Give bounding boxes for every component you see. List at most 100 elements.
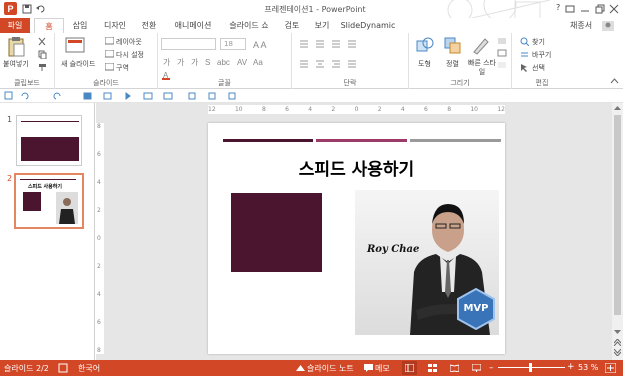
quick-styles-label[interactable]: 빠른 스타일	[467, 59, 497, 77]
slide-canvas[interactable]: 스피드 사용하기 Roy Chae MVP	[208, 123, 505, 354]
tab-slidedynamic[interactable]: SlideDynamic	[340, 18, 396, 33]
toolbar-icons[interactable]	[4, 91, 244, 101]
select-label[interactable]: 선택	[532, 63, 545, 73]
tab-design[interactable]: 디자인	[98, 18, 132, 33]
collapse-ribbon-icon[interactable]	[610, 77, 619, 85]
replace-icon[interactable]	[520, 50, 529, 59]
svg-text:가: 가	[177, 58, 185, 67]
slide-title[interactable]: 스피드 사용하기	[208, 155, 505, 180]
new-slide-icon[interactable]	[65, 36, 87, 56]
title-bar: P 프레젠테이션1 - PowerPoint ?	[0, 0, 623, 31]
scroll-down-icon[interactable]	[614, 329, 621, 335]
profile-photo[interactable]: Roy Chae MVP	[355, 190, 499, 335]
tab-animations[interactable]: 애니메이션	[168, 18, 218, 33]
layout-label[interactable]: 레이아웃	[116, 37, 142, 47]
section-label[interactable]: 구역	[116, 63, 129, 73]
user-avatar-icon[interactable]	[602, 21, 614, 31]
status-bar: 슬라이드 2/2 한국어 슬라이드 노트 메모 – + 53 %	[0, 360, 623, 376]
section-icon[interactable]	[105, 63, 114, 71]
mvp-badge-text: MVP	[463, 303, 489, 314]
tab-insert[interactable]: 삽입	[66, 18, 94, 33]
minimize-icon[interactable]	[580, 4, 590, 14]
tab-home[interactable]: 홈	[34, 18, 64, 33]
photo-caption: Roy Chae	[367, 244, 420, 255]
slides-group: 새 슬라이드 레이아웃 다시 설정 구역 슬라이드	[55, 33, 158, 89]
zoom-in-button[interactable]: +	[567, 362, 575, 372]
paragraph-format-icons[interactable]	[298, 39, 403, 75]
svg-text:A A: A A	[253, 40, 267, 49]
thumbnail-slide-1[interactable]	[16, 115, 82, 166]
thumbnail-title: 스피드 사용하기	[28, 184, 62, 190]
ruler-tick: 8	[97, 347, 101, 354]
svg-text:abc: abc	[217, 58, 230, 67]
find-icon[interactable]	[520, 37, 529, 46]
slide-sorter-icon[interactable]	[428, 364, 437, 372]
save-icon[interactable]	[22, 4, 32, 14]
zoom-out-button[interactable]: –	[489, 363, 494, 373]
fit-to-window-icon[interactable]	[605, 363, 616, 373]
tab-view[interactable]: 보기	[310, 18, 334, 33]
tab-file[interactable]: 파일	[0, 18, 30, 33]
language-indicator[interactable]: 한국어	[78, 363, 100, 374]
ruler-tick: 8	[447, 106, 452, 113]
shape-fill-outline-icons[interactable]	[497, 37, 507, 71]
top-bar-maroon	[223, 139, 313, 142]
tab-transitions[interactable]: 전환	[136, 18, 162, 33]
notes-button[interactable]: 슬라이드 노트	[307, 363, 354, 374]
close-icon[interactable]	[609, 4, 619, 14]
ruler-tick: 6	[424, 106, 428, 113]
arrange-label[interactable]: 정렬	[446, 59, 459, 69]
maroon-rectangle[interactable]	[231, 193, 322, 272]
slides-group-label: 슬라이드	[93, 79, 119, 87]
quick-styles-icon[interactable]	[471, 36, 491, 56]
notes-icon[interactable]	[296, 364, 305, 372]
shape-icon[interactable]	[415, 36, 435, 56]
format-painter-icon[interactable]	[38, 63, 47, 72]
slide-counter: 슬라이드 2/2	[4, 364, 49, 373]
reset-icon[interactable]	[105, 50, 114, 58]
zoom-slider-thumb[interactable]	[529, 363, 532, 372]
layout-icon[interactable]	[105, 37, 114, 45]
select-icon[interactable]	[520, 63, 529, 72]
thumbnail-slide-2[interactable]: 스피드 사용하기	[14, 173, 84, 229]
spelling-check-icon[interactable]	[58, 363, 68, 373]
copy-icon[interactable]	[38, 50, 47, 59]
comments-button[interactable]: 메모	[375, 363, 390, 374]
shape-label[interactable]: 도형	[418, 59, 431, 69]
previous-slide-icon[interactable]	[614, 339, 621, 346]
replace-label[interactable]: 바꾸기	[532, 50, 551, 60]
slideshow-icon[interactable]	[472, 364, 481, 372]
new-slide-label[interactable]: 새 슬라이드	[61, 59, 95, 69]
font-size-box[interactable]: 18	[220, 38, 246, 50]
font-grow-shrink-icon[interactable]: A A	[253, 39, 283, 49]
tab-slideshow[interactable]: 슬라이드 쇼	[224, 18, 274, 33]
font-name-box[interactable]	[161, 38, 216, 50]
arrange-icon[interactable]	[443, 36, 463, 56]
powerpoint-logo-icon[interactable]: P	[4, 2, 17, 15]
font-format-icons[interactable]: 가 가 가 Sabc AV Aa	[161, 57, 281, 67]
ribbon-display-icon[interactable]	[565, 4, 575, 14]
top-bar-gray	[410, 139, 501, 142]
tab-review[interactable]: 검토	[280, 18, 304, 33]
help-button[interactable]: ?	[556, 3, 560, 12]
reading-view-icon[interactable]	[450, 364, 459, 372]
reset-label[interactable]: 다시 설정	[116, 50, 144, 60]
find-label[interactable]: 찾기	[532, 37, 545, 47]
scroll-up-icon[interactable]	[614, 105, 621, 111]
next-slide-icon[interactable]	[614, 349, 621, 356]
undo-icon[interactable]	[36, 4, 46, 14]
restore-icon[interactable]	[595, 4, 605, 14]
ruler-tick: 6	[97, 151, 101, 158]
thumbnail-person-icon	[59, 198, 75, 224]
zoom-level[interactable]: 53 %	[578, 363, 598, 372]
comments-icon[interactable]	[364, 364, 373, 372]
vertical-scrollbar[interactable]	[612, 103, 623, 360]
paste-label[interactable]: 붙여넣기	[3, 59, 29, 69]
cut-icon[interactable]	[38, 37, 47, 46]
ruler-tick: 2	[97, 263, 101, 270]
user-name[interactable]: 채종서	[570, 20, 592, 31]
scroll-thumb[interactable]	[614, 115, 621, 315]
ruler-tick: 12	[208, 106, 216, 113]
paste-icon[interactable]	[6, 36, 26, 58]
svg-text:가: 가	[191, 58, 199, 67]
